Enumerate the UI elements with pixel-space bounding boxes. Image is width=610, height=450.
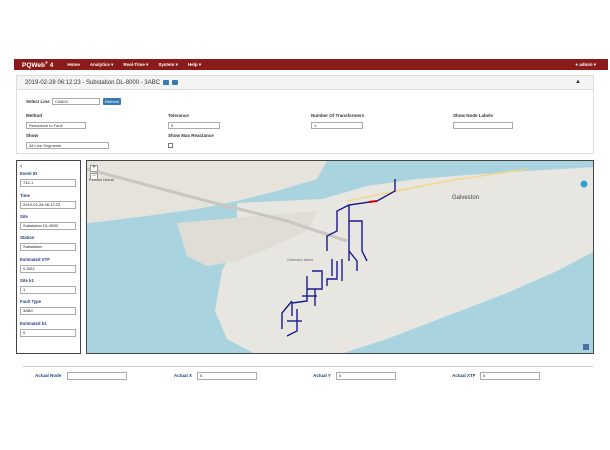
collapse-icon[interactable]: ▲	[575, 79, 581, 85]
time-field[interactable]: 2019-02-28 06:12:23	[20, 201, 76, 209]
site-k1-label: Site k1	[20, 278, 34, 283]
max-reactance-checkbox[interactable]	[168, 143, 173, 148]
zoom-out-button[interactable]: −	[90, 173, 98, 180]
zoom-in-button[interactable]: +	[90, 165, 98, 172]
station-field[interactable]: Substation	[20, 243, 76, 251]
galveston-island-land	[215, 167, 593, 353]
event-sidebar: ‹ Event ID 742-1 Time 2019-02-28 06:12:2…	[16, 160, 81, 354]
place-label-small: Galveston Island	[287, 258, 313, 262]
map-canvas[interactable]: Galveston Pelican Island Galveston Islan…	[87, 161, 594, 354]
method-dropdown[interactable]: Reactance to Fault	[26, 122, 86, 129]
actual-node-label: Actual Node	[35, 373, 62, 378]
refresh-button[interactable]: Refresh	[103, 98, 122, 105]
actual-y-input[interactable]: 0	[336, 372, 396, 380]
fault-type-label: Fault Type	[20, 299, 42, 304]
select-line-dropdown[interactable]: CAB04	[52, 98, 100, 105]
select-line-label: Select Line	[26, 99, 50, 104]
actual-node-input[interactable]	[67, 372, 127, 380]
time-label: Time	[20, 193, 30, 198]
info-icon[interactable]	[583, 344, 589, 350]
method-label: Method	[26, 113, 42, 118]
estimated-k1-label: Estimated k1	[20, 321, 47, 326]
fault-type-field[interactable]: 3ABC	[20, 307, 76, 315]
site-label: Site	[20, 214, 28, 219]
actual-y-label: Actual Y	[313, 373, 331, 378]
estimated-k1-field[interactable]: 0	[20, 329, 76, 337]
actual-xtf-label: Actual XTF	[452, 373, 476, 378]
show-dropdown[interactable]: All Line Segments	[26, 142, 109, 149]
tolerance-input[interactable]: 5	[168, 122, 220, 129]
download-icon[interactable]	[172, 80, 179, 85]
panel-title: 2019-02-28 06:12:23 - Substation DL-8000…	[25, 79, 161, 86]
transformers-label: Number Of Transformers	[311, 113, 365, 118]
actuals-panel: Actual Node Actual X 0 Actual Y 0 Actual…	[23, 366, 593, 390]
layers-icon[interactable]	[580, 180, 588, 188]
transformers-input[interactable]: 1	[311, 122, 363, 129]
node-labels-input[interactable]	[453, 122, 513, 129]
actual-x-input[interactable]: 0	[197, 372, 257, 380]
map-view[interactable]: Galveston Pelican Island Galveston Islan…	[86, 160, 594, 354]
nav-home[interactable]: Home	[67, 62, 80, 67]
site-field[interactable]: Substation DL-8000	[20, 222, 76, 230]
back-icon[interactable]: ‹	[20, 163, 22, 170]
settings-panel: 2019-02-28 06:12:23 - Substation DL-8000…	[16, 75, 594, 154]
show-label: Show	[26, 133, 38, 138]
actual-xtf-input[interactable]: 0	[480, 372, 540, 380]
node-labels-label: Show Node Labels	[453, 113, 494, 118]
top-navbar: PQWeb® 4 Home Analytics ▾ Real-Time ▾ Sy…	[14, 59, 608, 70]
site-k1-field[interactable]: 1	[20, 286, 76, 294]
camera-icon[interactable]	[163, 80, 170, 85]
event-id-field[interactable]: 742-1	[20, 179, 76, 187]
place-galveston: Galveston	[452, 195, 479, 201]
panel-header: 2019-02-28 06:12:23 - Substation DL-8000…	[17, 76, 593, 90]
user-menu[interactable]: ● admin ▾	[575, 62, 596, 68]
nav-help[interactable]: Help ▾	[188, 62, 201, 68]
tolerance-label: Tolerance	[168, 113, 189, 118]
nav-analytics[interactable]: Analytics ▾	[90, 62, 114, 68]
max-reactance-label: Show Max Reactance	[168, 133, 214, 138]
event-id-label: Event ID	[20, 171, 38, 176]
estimated-xtf-field[interactable]: 0.2811	[20, 265, 76, 273]
brand-logo[interactable]: PQWeb® 4	[22, 60, 53, 69]
estimated-xtf-label: Estimated XTF	[20, 257, 50, 262]
nav-real-time[interactable]: Real-Time ▾	[123, 62, 148, 68]
fault-segment	[368, 200, 378, 203]
nav-system[interactable]: System ▾	[158, 62, 178, 68]
station-label: Station	[20, 235, 35, 240]
actual-x-label: Actual X	[174, 373, 193, 378]
